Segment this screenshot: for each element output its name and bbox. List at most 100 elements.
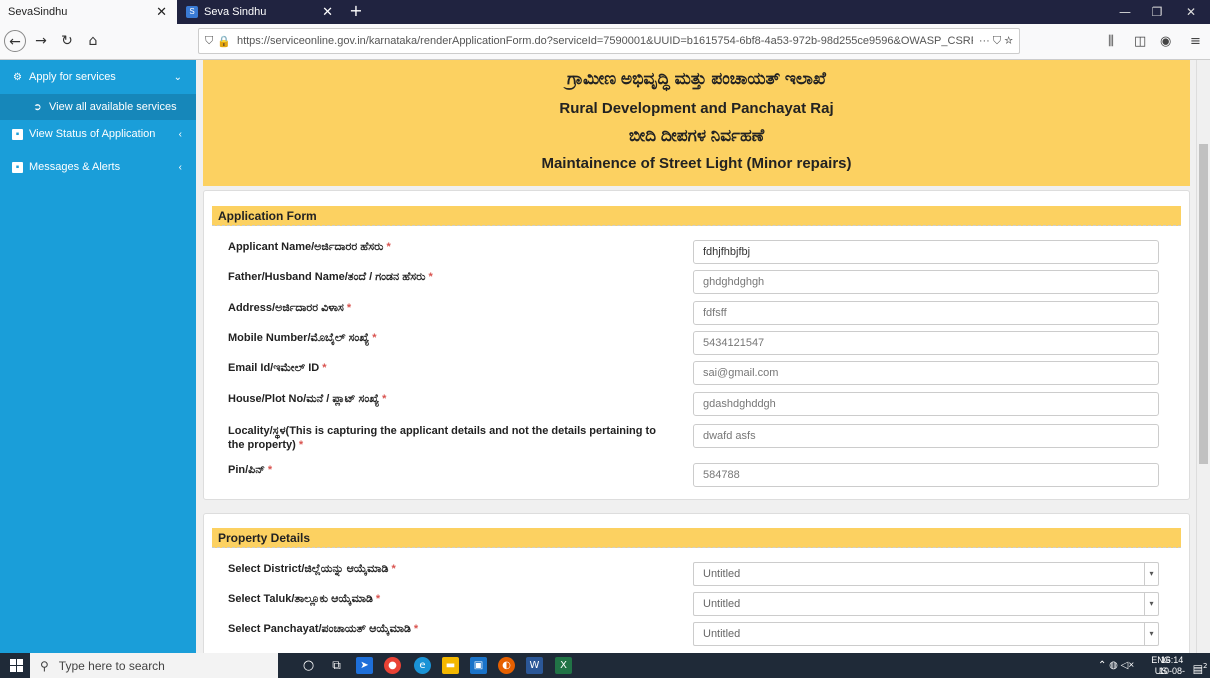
scrollbar-thumb[interactable]	[1199, 144, 1208, 464]
new-tab-icon[interactable]: +	[344, 0, 368, 24]
chevron-down-icon[interactable]: ▾	[1144, 623, 1158, 645]
sidebar-item-apply-services[interactable]: ⚙ Apply for services ⌄	[0, 64, 196, 90]
square-icon: ▪	[12, 161, 23, 173]
application-form-card: Application Form Applicant Name/ಅರ್ಜಿದಾರ…	[203, 190, 1190, 500]
url-bar[interactable]: ⛉ 🔒 https://serviceonline.gov.in/karnata…	[198, 28, 1020, 54]
field-label: Select District/ಜಿಲ್ಲೆಯನ್ನು ಆಯ್ಕೆಮಾಡಿ *	[228, 563, 396, 575]
field-label: Pin/ಪಿನ್ *	[228, 464, 273, 476]
url-text: https://serviceonline.gov.in/karnataka/r…	[236, 35, 973, 47]
taluk-select[interactable]: Untitled ▾	[693, 592, 1159, 616]
cogs-icon: ⚙	[13, 71, 22, 83]
tab-sevasindhu[interactable]: SevaSindhu ✕	[0, 0, 177, 24]
property-details-heading: Property Details	[212, 528, 1181, 548]
taskbar-search-box[interactable]: ⚲ Type here to search	[30, 653, 278, 678]
site-favicon-icon: S	[186, 6, 198, 18]
service-english: Maintainence of Street Light (Minor repa…	[541, 155, 852, 172]
close-tab-icon[interactable]: ✕	[156, 4, 167, 20]
sidebar-item-label: View all available services	[49, 101, 177, 113]
home-icon[interactable]: ⌂	[82, 30, 104, 52]
department-kannada: ಗ್ರಾಮೀಣ ಅಭಿವೃದ್ಧಿ ಮತ್ತು ಪಂಚಾಯತ್ ಇಲಾಖೆ	[567, 69, 826, 88]
field-label: Email Id/ಇಮೇಲ್ ID *	[228, 362, 327, 374]
field-label: Applicant Name/ಅರ್ಜಿದಾರರ ಹೆಸರು *	[228, 241, 391, 253]
page-scrollbar[interactable]	[1196, 60, 1210, 653]
sidebar-item-label: Apply for services	[29, 71, 116, 83]
file-explorer-icon[interactable]: ▬	[442, 657, 459, 674]
service-banner: ಗ್ರಾಮೀಣ ಅಭಿವೃದ್ಧಿ ಮತ್ತು ಪಂಚಾಯತ್ ಇಲಾಖೆ Ru…	[203, 60, 1190, 186]
windows-taskbar: ⚲ Type here to search ○ ⧉ ➤ ● e ▬ ▣ ◐ W …	[0, 653, 1210, 678]
notification-count: 2	[1202, 662, 1208, 670]
field-label: House/Plot No/ಮನೆ / ಪ್ಲಾಟ್ ಸಂಖ್ಯೆ *	[228, 393, 387, 405]
minimize-icon[interactable]: —	[1110, 0, 1140, 24]
search-placeholder: Type here to search	[58, 658, 165, 673]
tab-title: SevaSindhu	[8, 6, 68, 18]
back-icon[interactable]: ←	[4, 30, 26, 52]
account-icon[interactable]: ◉	[1160, 34, 1171, 49]
sidebar-toggle-icon[interactable]: ◫	[1134, 34, 1146, 49]
service-kannada: ಬೀದಿ ದೀಪಗಳ ನಿರ್ವಹಣೆ	[628, 126, 765, 145]
library-icon[interactable]: ⫼	[1108, 34, 1114, 49]
page-actions-icon[interactable]: ··· ⛉ ☆	[973, 35, 1019, 48]
cortana-icon[interactable]: ○	[300, 657, 317, 674]
pin-input[interactable]: 584788	[693, 463, 1159, 487]
tab-title: Seva Sindhu	[204, 6, 267, 18]
field-label: Mobile Number/ಮೊಬೈಲ್ ಸಂಖ್ಯೆ *	[228, 332, 377, 344]
edge-icon[interactable]: e	[414, 657, 431, 674]
sidebar: ⚙ Apply for services ⌄ ➲ View all availa…	[0, 60, 196, 653]
close-window-icon[interactable]: ✕	[1176, 0, 1206, 24]
sidebar-item-view-status[interactable]: ▪ View Status of Application ‹	[0, 121, 196, 147]
forward-icon[interactable]: →	[30, 30, 52, 52]
sidebar-item-label: Messages & Alerts	[29, 161, 121, 173]
sidebar-item-messages[interactable]: ▪ Messages & Alerts ‹	[0, 154, 196, 180]
chevron-left-icon: ‹	[178, 161, 182, 173]
chevron-down-icon[interactable]: ▾	[1144, 563, 1158, 585]
shield-icon[interactable]: ⛉	[205, 35, 213, 48]
sidebar-item-view-services[interactable]: ➲ View all available services	[0, 94, 196, 120]
excel-icon[interactable]: X	[555, 657, 572, 674]
square-icon: ▪	[12, 128, 23, 140]
field-label: Father/Husband Name/ತಂದೆ / ಗಂಡನ ಹೆಸರು *	[228, 271, 433, 283]
chevron-left-icon: ‹	[178, 128, 182, 140]
department-english: Rural Development and Panchayat Raj	[559, 100, 834, 117]
chevron-down-icon[interactable]: ▾	[1144, 593, 1158, 615]
applicant-name-input[interactable]: fdhjfhbjfbj	[693, 240, 1159, 264]
arrow-circle-icon: ➲	[33, 101, 42, 113]
main-content: ಗ್ರಾಮೀಣ ಅಭಿವೃದ್ಧಿ ಮತ್ತು ಪಂಚಾಯತ್ ಇಲಾಖೆ Ru…	[196, 60, 1196, 653]
search-icon: ⚲	[40, 658, 49, 673]
tray-icons[interactable]: ⌃ ◍ ◁×	[1098, 660, 1134, 685]
field-label: Select Taluk/ತಾಲ್ಲೂಕು ಆಯ್ಕೆಮಾಡಿ *	[228, 593, 381, 605]
tab-seva-sindhu[interactable]: S Seva Sindhu ✕	[178, 0, 343, 24]
field-label: Select Panchayat/ಪಂಚಾಯತ್ ಆಯ್ಕೆಮಾಡಿ *	[228, 623, 419, 635]
reload-icon[interactable]: ↻	[56, 30, 78, 52]
close-tab-icon[interactable]: ✕	[322, 4, 333, 20]
store-icon[interactable]: ▣	[470, 657, 487, 674]
browser-nav-bar: ← → ↻ ⌂ ⛉ 🔒 https://serviceonline.gov.in…	[0, 24, 1210, 60]
locality-input[interactable]: dwafd asfs	[693, 424, 1159, 448]
field-label: Address/ಅರ್ಜಿದಾರರ ವಿಳಾಸ *	[228, 302, 352, 314]
task-view-icon[interactable]: ⧉	[328, 657, 345, 674]
application-form-heading: Application Form	[212, 206, 1181, 226]
sidebar-item-label: View Status of Application	[29, 128, 156, 140]
app-icon[interactable]: ➤	[356, 657, 373, 674]
browser-tab-bar: SevaSindhu ✕ S Seva Sindhu ✕ + — ❐ ✕	[0, 0, 1210, 24]
menu-icon[interactable]: ≡	[1190, 34, 1201, 49]
house-plot-input[interactable]: gdashdghddgh	[693, 392, 1159, 416]
clock-time: 16:14	[1160, 655, 1184, 665]
district-select[interactable]: Untitled ▾	[693, 562, 1159, 586]
chevron-down-icon: ⌄	[173, 71, 182, 83]
father-name-input[interactable]: ghdghdghgh	[693, 270, 1159, 294]
chrome-icon[interactable]: ●	[384, 657, 401, 674]
lock-icon[interactable]: 🔒	[217, 35, 231, 48]
restore-icon[interactable]: ❐	[1142, 0, 1172, 24]
field-label: Locality/ಸ್ಥಳ(This is capturing the appl…	[228, 425, 656, 451]
notification-icon[interactable]: ▤2	[1192, 657, 1208, 676]
word-icon[interactable]: W	[526, 657, 543, 674]
panchayat-select[interactable]: Untitled ▾	[693, 622, 1159, 646]
mobile-number-input[interactable]: 5434121547	[693, 331, 1159, 355]
clock-date: 10-08-2020	[1158, 666, 1185, 687]
clock[interactable]: 16:14 10-08-2020	[1154, 655, 1190, 688]
property-details-card: Property Details Select District/ಜಿಲ್ಲೆಯ…	[203, 513, 1190, 653]
windows-start-icon[interactable]	[10, 659, 23, 672]
address-input[interactable]: fdfsff	[693, 301, 1159, 325]
email-input[interactable]: sai@gmail.com	[693, 361, 1159, 385]
firefox-icon[interactable]: ◐	[498, 657, 515, 674]
